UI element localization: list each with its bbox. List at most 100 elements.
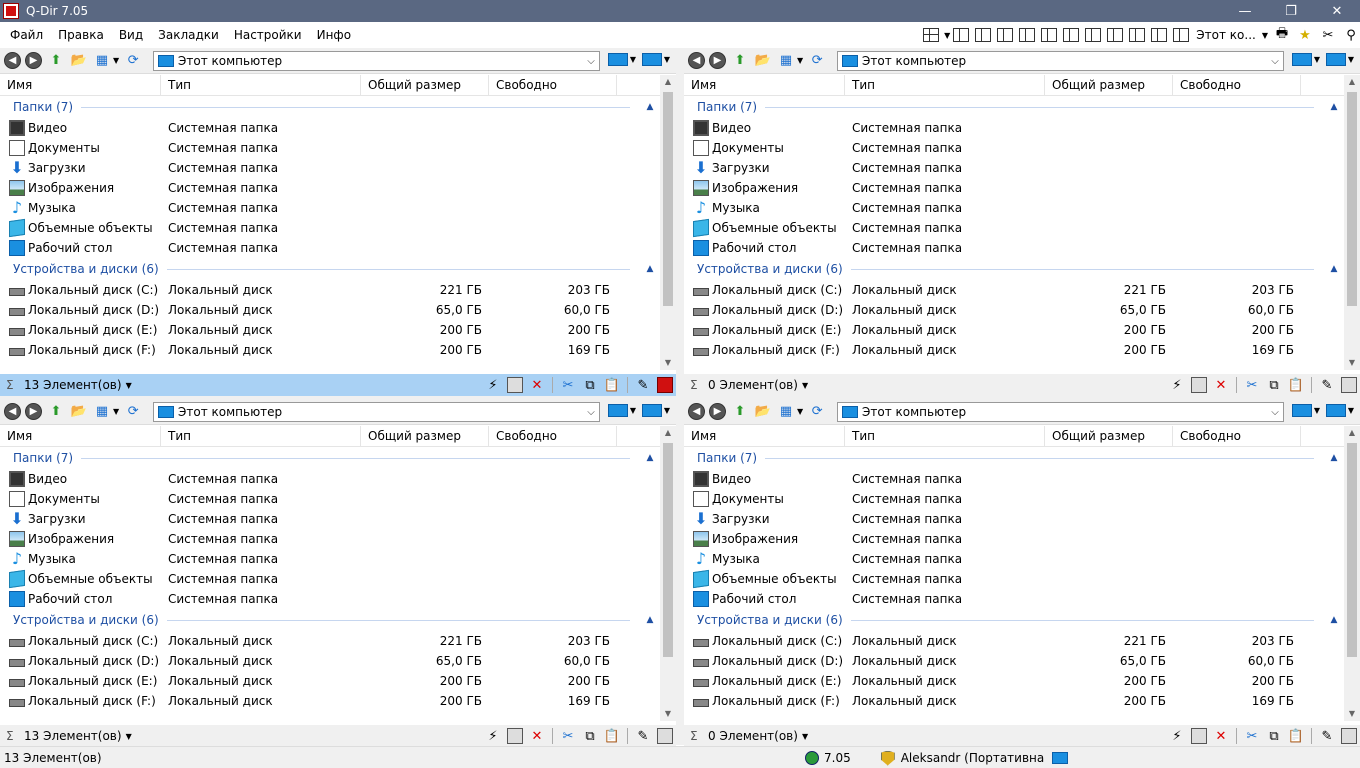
list-item[interactable]: Объемные объекты Системная папка <box>0 569 660 589</box>
delete-icon[interactable]: ✕ <box>1213 728 1229 744</box>
collapse-icon[interactable]: ▲ <box>640 264 660 274</box>
group-folders[interactable]: Папки (7) ▲ <box>684 447 1344 469</box>
address-dropdown[interactable]: ⌵ <box>583 407 599 418</box>
maximize-button[interactable]: ❐ <box>1268 0 1314 22</box>
list-item[interactable]: Локальный диск (C:) Локальный диск 221 ГБ 2… <box>0 280 660 300</box>
list-item[interactable]: Изображения Системная папка <box>684 178 1344 198</box>
layout-11-icon[interactable] <box>1173 28 1190 42</box>
copy-icon[interactable]: ⧉ <box>1266 728 1282 744</box>
pane-select-icon[interactable] <box>657 377 673 393</box>
layout-quad-icon[interactable] <box>923 28 940 42</box>
cut-icon[interactable]: ✂ <box>1244 728 1260 744</box>
scroll-down-icon[interactable]: ▼ <box>660 707 676 721</box>
scroll-thumb[interactable] <box>1347 92 1357 306</box>
paste-icon[interactable]: 📋 <box>604 728 620 744</box>
rename-icon[interactable] <box>1191 377 1207 393</box>
list-item[interactable]: Рабочий стол Системная папка <box>684 238 1344 258</box>
layout-4-icon[interactable] <box>1019 28 1036 42</box>
folder-options-icon[interactable]: 📂 <box>754 52 772 70</box>
col-size[interactable]: Общий размер <box>1045 75 1173 96</box>
pane-desktop-icon[interactable] <box>1325 53 1346 66</box>
col-free[interactable]: Свободно <box>1173 426 1301 447</box>
layout-8-icon[interactable] <box>1107 28 1124 42</box>
list-item[interactable]: ♪ Музыка Системная папка <box>684 198 1344 218</box>
pane-select-icon[interactable] <box>657 728 673 744</box>
forward-icon[interactable]: ▶ <box>709 52 726 69</box>
col-type[interactable]: Тип <box>845 75 1045 96</box>
scroll-down-icon[interactable]: ▼ <box>1344 707 1360 721</box>
refresh-icon[interactable]: ⟳ <box>808 403 826 421</box>
refresh-icon[interactable]: ⟳ <box>808 52 826 70</box>
address-bar[interactable]: Этот компьютер ⌵ <box>153 51 600 71</box>
pin-icon[interactable]: ⚲ <box>1342 26 1360 44</box>
edit-icon[interactable]: ✎ <box>635 728 651 744</box>
list-item[interactable]: Локальный диск (D:) Локальный диск 65,0 ГБ… <box>0 300 660 320</box>
delete-icon[interactable]: ✕ <box>529 377 545 393</box>
list-item[interactable]: Локальный диск (D:) Локальный диск 65,0 ГБ… <box>0 651 660 671</box>
list-item[interactable]: Документы Системная папка <box>0 138 660 158</box>
monitor-icon[interactable] <box>1052 752 1069 764</box>
group-folders[interactable]: Папки (7) ▲ <box>684 96 1344 118</box>
pane-monitor-icon[interactable] <box>1291 404 1312 417</box>
favorites-star-icon[interactable]: ★ <box>1296 26 1314 44</box>
folder-options-icon[interactable]: 📂 <box>70 403 88 421</box>
address-dropdown[interactable]: ⌵ <box>583 56 599 67</box>
list-item[interactable]: Рабочий стол Системная папка <box>0 238 660 258</box>
back-icon[interactable]: ◀ <box>4 403 21 420</box>
vertical-scrollbar[interactable]: ▲ ▼ <box>1344 426 1360 721</box>
location-dropdown[interactable]: Этот ко... <box>1196 28 1256 42</box>
list-item[interactable]: Локальный диск (E:) Локальный диск 200 ГБ 2… <box>0 671 660 691</box>
list-item[interactable]: ♪ Музыка Системная папка <box>684 549 1344 569</box>
edit-icon[interactable]: ✎ <box>1319 377 1335 393</box>
pane-desktop-icon[interactable] <box>641 53 662 66</box>
list-item[interactable]: Изображения Системная папка <box>684 529 1344 549</box>
edit-icon[interactable]: ✎ <box>1319 728 1335 744</box>
pane-monitor-icon[interactable] <box>607 404 628 417</box>
list-item[interactable]: Видео Системная папка <box>684 118 1344 138</box>
count-dropdown-icon[interactable]: ▼ <box>126 732 132 741</box>
layout-2-icon[interactable] <box>975 28 992 42</box>
refresh-icon[interactable]: ⟳ <box>124 403 142 421</box>
back-icon[interactable]: ◀ <box>688 52 705 69</box>
list-item[interactable]: Рабочий стол Системная папка <box>0 589 660 609</box>
count-dropdown-icon[interactable]: ▼ <box>802 381 808 390</box>
scroll-thumb[interactable] <box>663 92 673 306</box>
lightning-icon[interactable]: ⚡ <box>485 728 501 744</box>
col-type[interactable]: Тип <box>161 426 361 447</box>
list-item[interactable]: Локальный диск (E:) Локальный диск 200 ГБ 2… <box>0 320 660 340</box>
copy-icon[interactable]: ⧉ <box>1266 377 1282 393</box>
scroll-up-icon[interactable]: ▲ <box>660 426 676 440</box>
up-folder-icon[interactable]: ⬆ <box>731 52 749 70</box>
refresh-icon[interactable]: ⟳ <box>124 52 142 70</box>
collapse-icon[interactable]: ▲ <box>1324 615 1344 625</box>
edit-icon[interactable]: ✎ <box>635 377 651 393</box>
group-folders[interactable]: Папки (7) ▲ <box>0 96 660 118</box>
list-item[interactable]: Локальный диск (F:) Локальный диск 200 ГБ 1… <box>0 691 660 711</box>
up-folder-icon[interactable]: ⬆ <box>47 403 65 421</box>
list-item[interactable]: Локальный диск (E:) Локальный диск 200 ГБ 2… <box>684 320 1344 340</box>
view-mode-icon[interactable]: ▦ <box>777 52 795 70</box>
up-folder-icon[interactable]: ⬆ <box>731 403 749 421</box>
address-bar[interactable]: Этот компьютер ⌵ <box>837 402 1284 422</box>
collapse-icon[interactable]: ▲ <box>1324 453 1344 463</box>
list-item[interactable]: Документы Системная папка <box>684 138 1344 158</box>
back-icon[interactable]: ◀ <box>4 52 21 69</box>
list-item[interactable]: ⬇ Загрузки Системная папка <box>684 158 1344 178</box>
list-item[interactable]: Локальный диск (C:) Локальный диск 221 ГБ 2… <box>684 280 1344 300</box>
rename-icon[interactable] <box>507 377 523 393</box>
rename-icon[interactable] <box>1191 728 1207 744</box>
delete-icon[interactable]: ✕ <box>1213 377 1229 393</box>
delete-icon[interactable]: ✕ <box>529 728 545 744</box>
list-item[interactable]: Изображения Системная папка <box>0 178 660 198</box>
list-item[interactable]: Объемные объекты Системная папка <box>0 218 660 238</box>
menu-settings[interactable]: Настройки <box>229 24 307 46</box>
group-devices[interactable]: Устройства и диски (6) ▲ <box>684 258 1344 280</box>
forward-icon[interactable]: ▶ <box>25 52 42 69</box>
list-item[interactable]: Видео Системная папка <box>0 469 660 489</box>
vertical-scrollbar[interactable]: ▲ ▼ <box>1344 75 1360 370</box>
col-size[interactable]: Общий размер <box>361 75 489 96</box>
cut-icon[interactable]: ✂ <box>560 377 576 393</box>
list-item[interactable]: Изображения Системная папка <box>0 529 660 549</box>
up-folder-icon[interactable]: ⬆ <box>47 52 65 70</box>
pane-monitor-icon[interactable] <box>1291 53 1312 66</box>
